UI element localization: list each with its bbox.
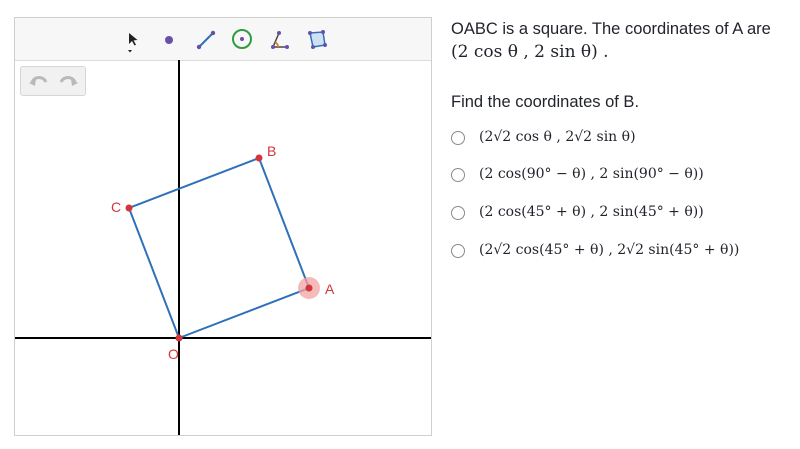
radio-button[interactable]: [451, 206, 465, 220]
choice-label: (2√2 cos θ , 2√2 sin θ): [479, 129, 636, 145]
square-oabc: [127, 156, 311, 340]
answer-choice-2[interactable]: (2 cos(90° − θ) , 2 sin(90° − θ)): [451, 161, 796, 187]
radio-button[interactable]: [451, 244, 465, 258]
point-label-a: A: [325, 281, 335, 297]
choice-label: (2 cos(90° − θ) , 2 sin(90° − θ)): [479, 166, 704, 182]
question-prompt: OABC is a square. The coordinates of A a…: [451, 20, 771, 38]
point-o[interactable]: [175, 334, 183, 342]
question-instruction: Find the coordinates of B.: [451, 93, 640, 111]
answer-choice-3[interactable]: (2 cos(45° + θ) , 2 sin(45° + θ)): [451, 199, 796, 225]
question-panel: OABC is a square. The coordinates of A a…: [451, 18, 796, 258]
point-label-o: O: [168, 346, 179, 362]
answer-choice-1[interactable]: (2√2 cos θ , 2√2 sin θ): [451, 124, 796, 150]
radio-button[interactable]: [451, 168, 465, 182]
point-label-c: C: [111, 199, 121, 215]
redo-icon[interactable]: [55, 71, 81, 91]
undo-redo-group: [20, 66, 86, 96]
choice-label: (2√2 cos(45° + θ) , 2√2 sin(45° + θ)): [479, 242, 740, 258]
point-label-b: B: [267, 143, 276, 159]
answer-choice-4[interactable]: (2√2 cos(45° + θ) , 2√2 sin(45° + θ)): [451, 237, 796, 263]
point-a-coordinates: (2 cos θ , 2 sin θ) .: [451, 42, 609, 62]
point-b[interactable]: [255, 154, 263, 162]
point-c[interactable]: [125, 204, 133, 212]
radio-button[interactable]: [451, 131, 465, 145]
choice-label: (2 cos(45° + θ) , 2 sin(45° + θ)): [479, 204, 704, 220]
point-a[interactable]: [305, 284, 313, 292]
geometry-applet[interactable]: O A B C: [14, 17, 432, 436]
undo-icon[interactable]: [26, 71, 52, 91]
